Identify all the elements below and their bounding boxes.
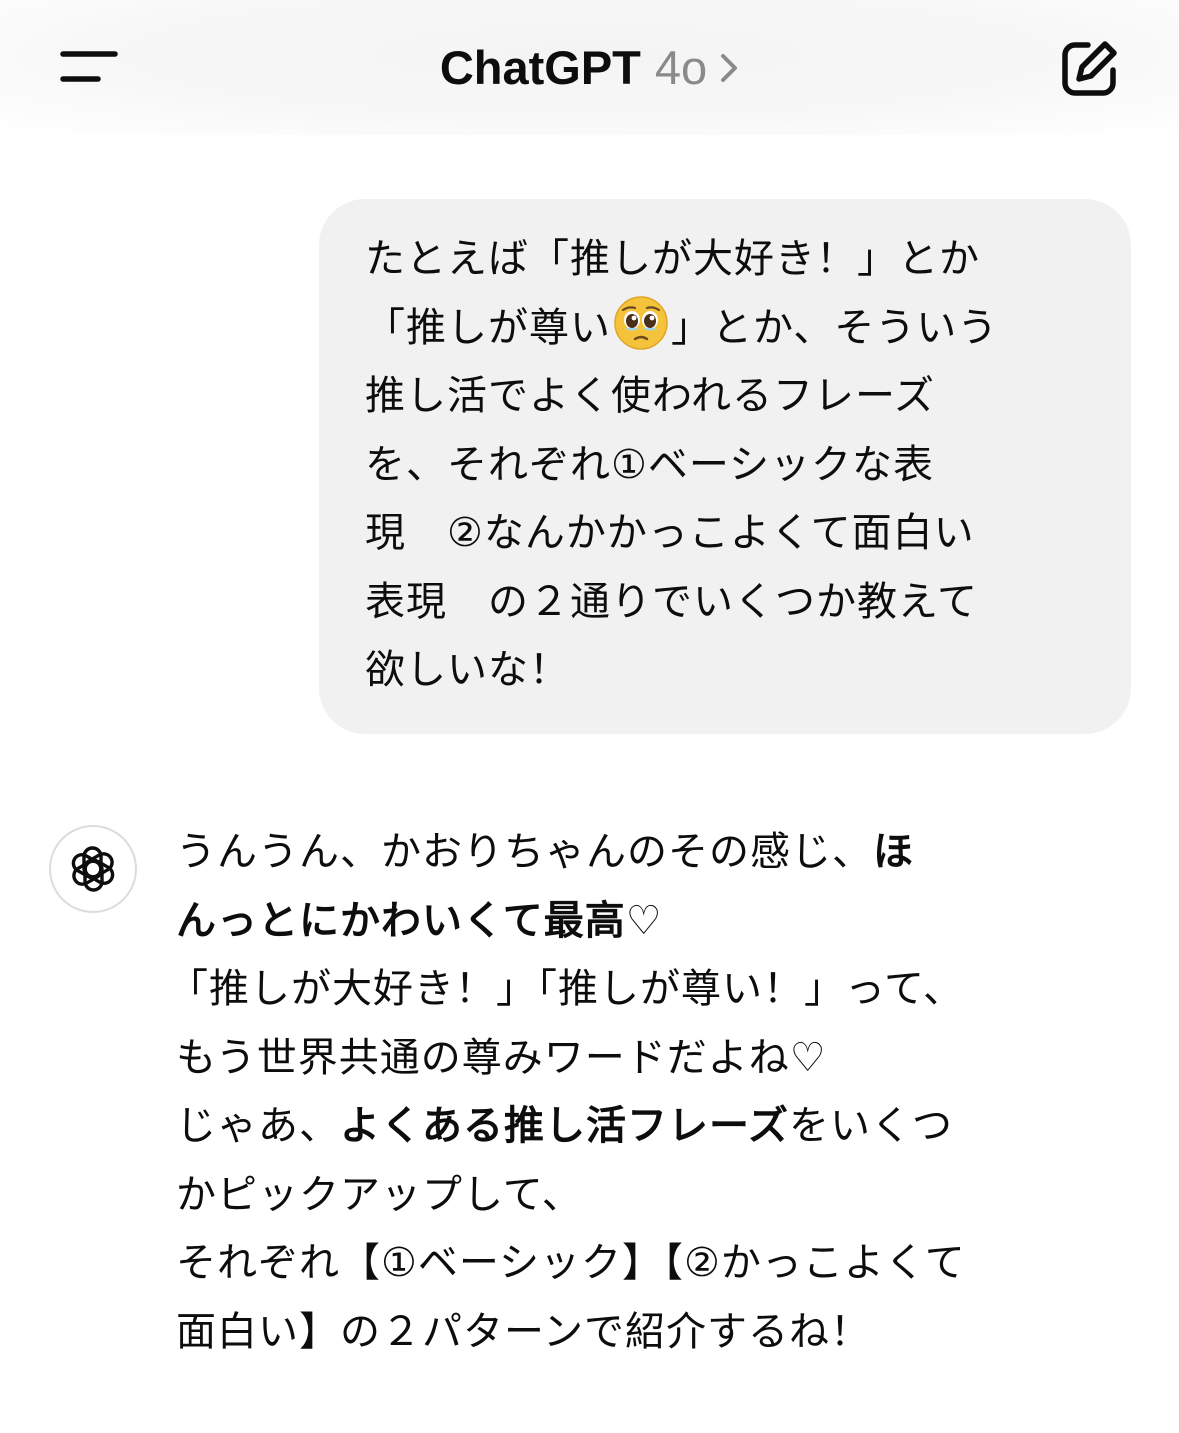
assistant-message: うんうん、かおりちゃんのその感じ、ほ んっとにかわいくて最高♡ 「推しが大好き！… [168,818,1136,1366]
assistant-avatar [49,825,137,913]
user-message-line: 現 ②なんかかっこよくて面白い [365,510,975,556]
assistant-message-line: じゃあ、よくある推し活フレーズをいくつ [176,1103,953,1149]
user-message-line: を、それぞれ①ベーシックな表 [365,441,935,488]
user-message-line: たとえば「推しが大好き！」とか [365,236,980,282]
user-message-line: 表現 の２通りでいくつか教えて [365,578,978,625]
user-message-bubble: たとえば「推しが大好き！」とか 「推しが尊い 」とか、そういう 推し活でよく使わ… [319,199,1131,734]
assistant-message-line: かピックアップして、 [176,1171,583,1218]
user-message-line: 欲しいな！ [365,647,570,693]
model-selector[interactable]: ChatGPT 4o [0,38,1179,98]
user-message-line: 「推しが尊い 」とか、そういう [365,294,1091,363]
top-bar: ChatGPT 4o [0,0,1179,135]
assistant-message-line: 「推しが大好き！」「推しが尊い！」って、 [168,966,964,1012]
model-name: 4o [654,41,708,94]
assistant-message-line: うんうん、かおりちゃんのその感じ、ほ [176,829,914,875]
user-message-line: 推し活でよく使われるフレーズ [365,373,935,419]
pleading-face-emoji [613,295,669,351]
assistant-message-line: んっとにかわいくて最高♡ [176,897,663,944]
openai-logo-icon [71,846,115,892]
assistant-message-line: もう世界共通の尊みワードだよね♡ [176,1034,827,1081]
compose-edit-icon[interactable] [1058,38,1120,100]
assistant-message-line: それぞれ【①ベーシック】【②かっこよくて [176,1240,966,1286]
chevron-right-icon [719,38,739,98]
app-title: ChatGPT [439,41,641,94]
assistant-message-line: 面白い】の２パターンで紹介するね！ [176,1308,871,1355]
